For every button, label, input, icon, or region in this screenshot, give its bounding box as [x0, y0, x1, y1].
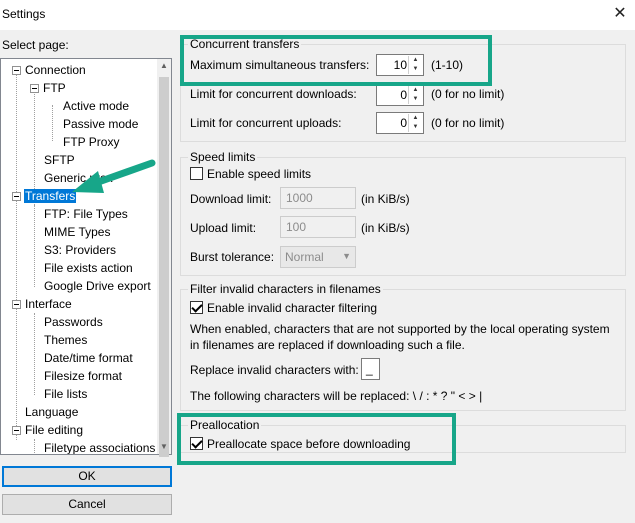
tree-item-label: MIME Types [44, 225, 111, 239]
highlight-box [180, 35, 492, 86]
tree-item-file-lists[interactable]: File lists [44, 386, 87, 403]
burst-tolerance-label: Burst tolerance: [190, 250, 275, 264]
filter-description-line2: in filenames are replaced if downloading… [190, 338, 465, 352]
collapse-icon[interactable] [12, 66, 21, 75]
replaced-characters-text: The following characters will be replace… [190, 389, 483, 403]
tree-item-active-mode[interactable]: Active mode [63, 98, 129, 115]
select-page-label: Select page: [2, 38, 69, 52]
stepper-down-icon[interactable]: ▼ [409, 95, 422, 104]
tree-line [34, 205, 35, 287]
tree-item-connection[interactable]: Connection [25, 62, 86, 79]
tree-item-label: Themes [44, 333, 88, 347]
replace-character-input[interactable]: _ [361, 358, 380, 380]
collapse-icon[interactable] [12, 192, 21, 201]
upload-limit-unit: (in KiB/s) [361, 221, 410, 235]
stepper-up-icon[interactable]: ▲ [409, 114, 422, 123]
tree-item-passive-mode[interactable]: Passive mode [63, 116, 138, 133]
scroll-up-icon[interactable]: ▲ [157, 59, 171, 73]
concurrent-downloads-hint: (0 for no limit) [431, 87, 505, 101]
tree-item-themes[interactable]: Themes [44, 332, 87, 349]
tree-item-label: Language [25, 405, 79, 419]
tree-item-language[interactable]: Language [25, 404, 78, 421]
input-value: 1000 [286, 191, 313, 205]
input-value: 100 [286, 220, 307, 234]
tree-item-mime-types[interactable]: MIME Types [44, 224, 110, 241]
concurrent-uploads-stepper[interactable]: 0 ▲ ▼ [376, 112, 424, 134]
title-bar [0, 0, 635, 30]
tree-scrollbar[interactable]: ▲ ▼ [157, 59, 171, 457]
select-value: Normal [285, 250, 324, 264]
group-title: Speed limits [188, 150, 258, 164]
upload-limit-input[interactable]: 100 [280, 216, 356, 238]
filter-description-line1: When enabled, characters that are not su… [190, 322, 610, 336]
concurrent-uploads-hint: (0 for no limit) [431, 116, 505, 130]
tree-item-file-editing[interactable]: File editing [25, 422, 83, 439]
tree-line [34, 439, 35, 454]
tree-line [34, 313, 35, 395]
concurrent-downloads-stepper[interactable]: 0 ▲ ▼ [376, 84, 424, 106]
scroll-down-icon[interactable]: ▼ [157, 440, 171, 454]
tree-item-google-drive-export[interactable]: Google Drive export [44, 278, 151, 295]
highlight-box [177, 413, 456, 465]
tree-item-passwords[interactable]: Passwords [44, 314, 103, 331]
tree-item-label: Filetype associations [44, 441, 156, 455]
burst-tolerance-select[interactable]: Normal ▼ [280, 246, 356, 268]
group-title: Filter invalid characters in filenames [188, 282, 383, 296]
tree-item-label: FTP [43, 81, 66, 95]
upload-limit-label: Upload limit: [190, 221, 257, 235]
scrollbar-thumb[interactable] [159, 77, 169, 457]
arrow-annotation-icon [72, 159, 156, 193]
tree-item-file-exists-action[interactable]: File exists action [44, 260, 133, 277]
tree-item-s3-providers[interactable]: S3: Providers [44, 242, 116, 259]
ok-button[interactable]: OK [2, 466, 172, 487]
download-limit-input[interactable]: 1000 [280, 187, 356, 209]
enable-speed-limits-label: Enable speed limits [207, 167, 312, 181]
tree-line [52, 105, 53, 141]
tree-item-label: Passive mode [63, 117, 139, 131]
tree-item-label: Passwords [44, 315, 103, 329]
stepper-value: 0 [400, 116, 407, 130]
download-limit-label: Download limit: [190, 192, 272, 206]
concurrent-uploads-label: Limit for concurrent uploads: [190, 116, 342, 130]
tree-item-label: Google Drive export [44, 279, 151, 293]
tree-item-label: Filesize format [44, 369, 123, 383]
tree-item-ftp-proxy[interactable]: FTP Proxy [63, 134, 119, 151]
tree-item-label: File editing [25, 423, 84, 437]
tree-item-label: S3: Providers [44, 243, 117, 257]
replace-with-label: Replace invalid characters with: [190, 363, 359, 377]
collapse-icon[interactable] [12, 426, 21, 435]
enable-speed-limits-checkbox[interactable] [190, 167, 203, 180]
stepper-value: 0 [400, 88, 407, 102]
tree-item-label: FTP Proxy [63, 135, 120, 149]
tree-item-ftp-file-types[interactable]: FTP: File Types [44, 206, 128, 223]
concurrent-downloads-label: Limit for concurrent downloads: [190, 87, 357, 101]
cancel-button[interactable]: Cancel [2, 494, 172, 515]
tree-item-label: Interface [25, 297, 72, 311]
tree-item-label: FTP: File Types [44, 207, 128, 221]
tree-item-label: File lists [44, 387, 88, 401]
tree-line [16, 70, 17, 440]
stepper-up-icon[interactable]: ▲ [409, 86, 422, 95]
window-title: Settings [2, 7, 46, 21]
tree-item-interface[interactable]: Interface [25, 296, 72, 313]
stepper-down-icon[interactable]: ▼ [409, 123, 422, 132]
tree-item-label: Date/time format [44, 351, 133, 365]
close-icon[interactable]: ✕ [609, 3, 631, 25]
tree-item-ftp[interactable]: FTP [43, 80, 66, 97]
chevron-down-icon: ▼ [342, 251, 351, 261]
tree-item-label: Active mode [63, 99, 130, 113]
tree-item-filesize-format[interactable]: Filesize format [44, 368, 122, 385]
tree-item-label: File exists action [44, 261, 133, 275]
collapse-icon[interactable] [12, 300, 21, 309]
tree-item-date-time-format[interactable]: Date/time format [44, 350, 133, 367]
tree-item-label: Connection [25, 63, 86, 77]
settings-tree[interactable]: Connection FTP Active mode Passive mode … [0, 58, 172, 455]
collapse-icon[interactable] [30, 84, 39, 93]
download-limit-unit: (in KiB/s) [361, 192, 410, 206]
tree-item-filetype-associations[interactable]: Filetype associations [44, 440, 156, 455]
input-value: _ [366, 362, 373, 376]
enable-filtering-label: Enable invalid character filtering [207, 301, 378, 315]
enable-filtering-checkbox[interactable] [190, 301, 203, 314]
